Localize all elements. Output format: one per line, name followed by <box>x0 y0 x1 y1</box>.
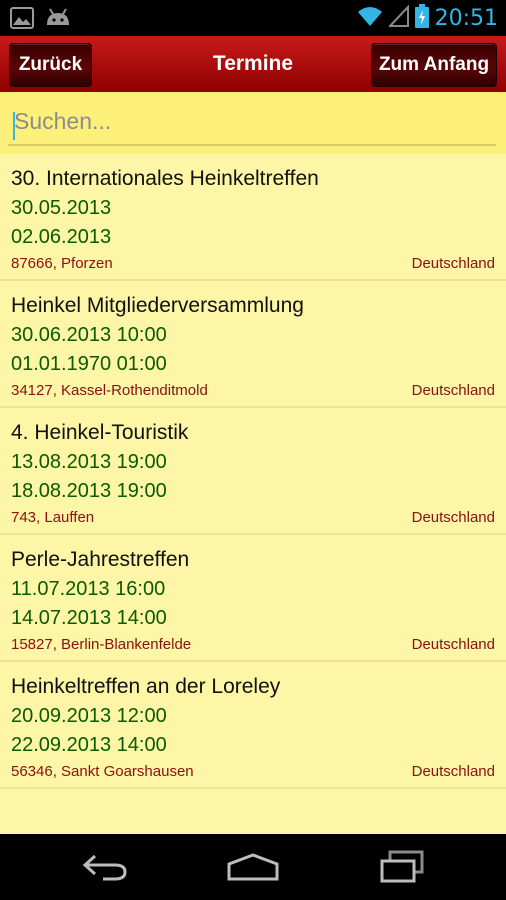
app-screen: 20:51 Termine Zurück Zum Anfang 30. Inte… <box>0 0 506 900</box>
event-end-date: 14.07.2013 14:00 <box>11 607 167 629</box>
status-bar: 20:51 <box>0 0 506 36</box>
event-title: 4. Heinkel-Touristik <box>11 421 189 444</box>
event-country: Deutschland <box>411 509 495 526</box>
list-item[interactable]: 30. Internationales Heinkeltreffen 30.05… <box>0 154 506 281</box>
event-start-date: 11.07.2013 16:00 <box>11 578 166 600</box>
event-location: 87666, Pforzen <box>11 255 113 272</box>
event-end-date: 22.09.2013 14:00 <box>11 734 167 756</box>
search-bar <box>0 92 506 154</box>
to-start-button[interactable]: Zum Anfang <box>371 43 497 87</box>
search-input[interactable] <box>8 98 496 146</box>
event-country: Deutschland <box>411 636 495 653</box>
event-country: Deutschland <box>411 763 495 780</box>
battery-charging-icon <box>414 4 429 33</box>
list-item[interactable]: Heinkel Mitgliederversammlung 30.06.2013… <box>0 281 506 408</box>
system-nav-bar <box>0 834 506 900</box>
list-item[interactable]: Heinkeltreffen an der Loreley 20.09.2013… <box>0 662 506 789</box>
event-title: Perle-Jahrestreffen <box>11 548 190 571</box>
event-location: 15827, Berlin-Blankenfelde <box>11 636 192 653</box>
list-item[interactable]: 4. Heinkel-Touristik 13.08.2013 19:00 18… <box>0 408 506 535</box>
clock: 20:51 <box>434 6 498 31</box>
event-start-date: 30.06.2013 10:00 <box>11 324 167 346</box>
event-end-date: 01.01.1970 01:00 <box>11 353 167 375</box>
event-location: 743, Lauffen <box>11 509 95 526</box>
android-icon <box>44 7 72 34</box>
recent-apps-icon[interactable] <box>372 846 432 888</box>
list-item[interactable]: Perle-Jahrestreffen 11.07.2013 16:00 14.… <box>0 535 506 662</box>
event-location: 34127, Kassel-Rothenditmold <box>11 382 208 399</box>
event-start-date: 30.05.2013 <box>11 197 112 219</box>
event-title: Heinkel Mitgliederversammlung <box>11 294 304 317</box>
event-start-date: 13.08.2013 19:00 <box>11 451 167 473</box>
event-country: Deutschland <box>411 382 495 399</box>
app-bar: Termine Zurück Zum Anfang <box>0 36 506 92</box>
event-end-date: 18.08.2013 19:00 <box>11 480 167 502</box>
back-nav-icon[interactable] <box>75 846 135 888</box>
event-start-date: 20.09.2013 12:00 <box>11 705 167 727</box>
signal-icon <box>387 4 409 32</box>
event-end-date: 02.06.2013 <box>11 226 112 248</box>
wifi-icon <box>357 5 383 32</box>
event-list: 30. Internationales Heinkeltreffen 30.05… <box>0 154 506 789</box>
event-country: Deutschland <box>411 255 495 272</box>
gallery-icon <box>10 7 34 34</box>
event-title: 30. Internationales Heinkeltreffen <box>11 167 319 190</box>
event-title: Heinkeltreffen an der Loreley <box>11 675 281 698</box>
home-nav-icon[interactable] <box>223 846 283 888</box>
event-location: 56346, Sankt Goarshausen <box>11 763 194 780</box>
text-cursor <box>13 112 15 140</box>
back-button[interactable]: Zurück <box>9 43 92 87</box>
